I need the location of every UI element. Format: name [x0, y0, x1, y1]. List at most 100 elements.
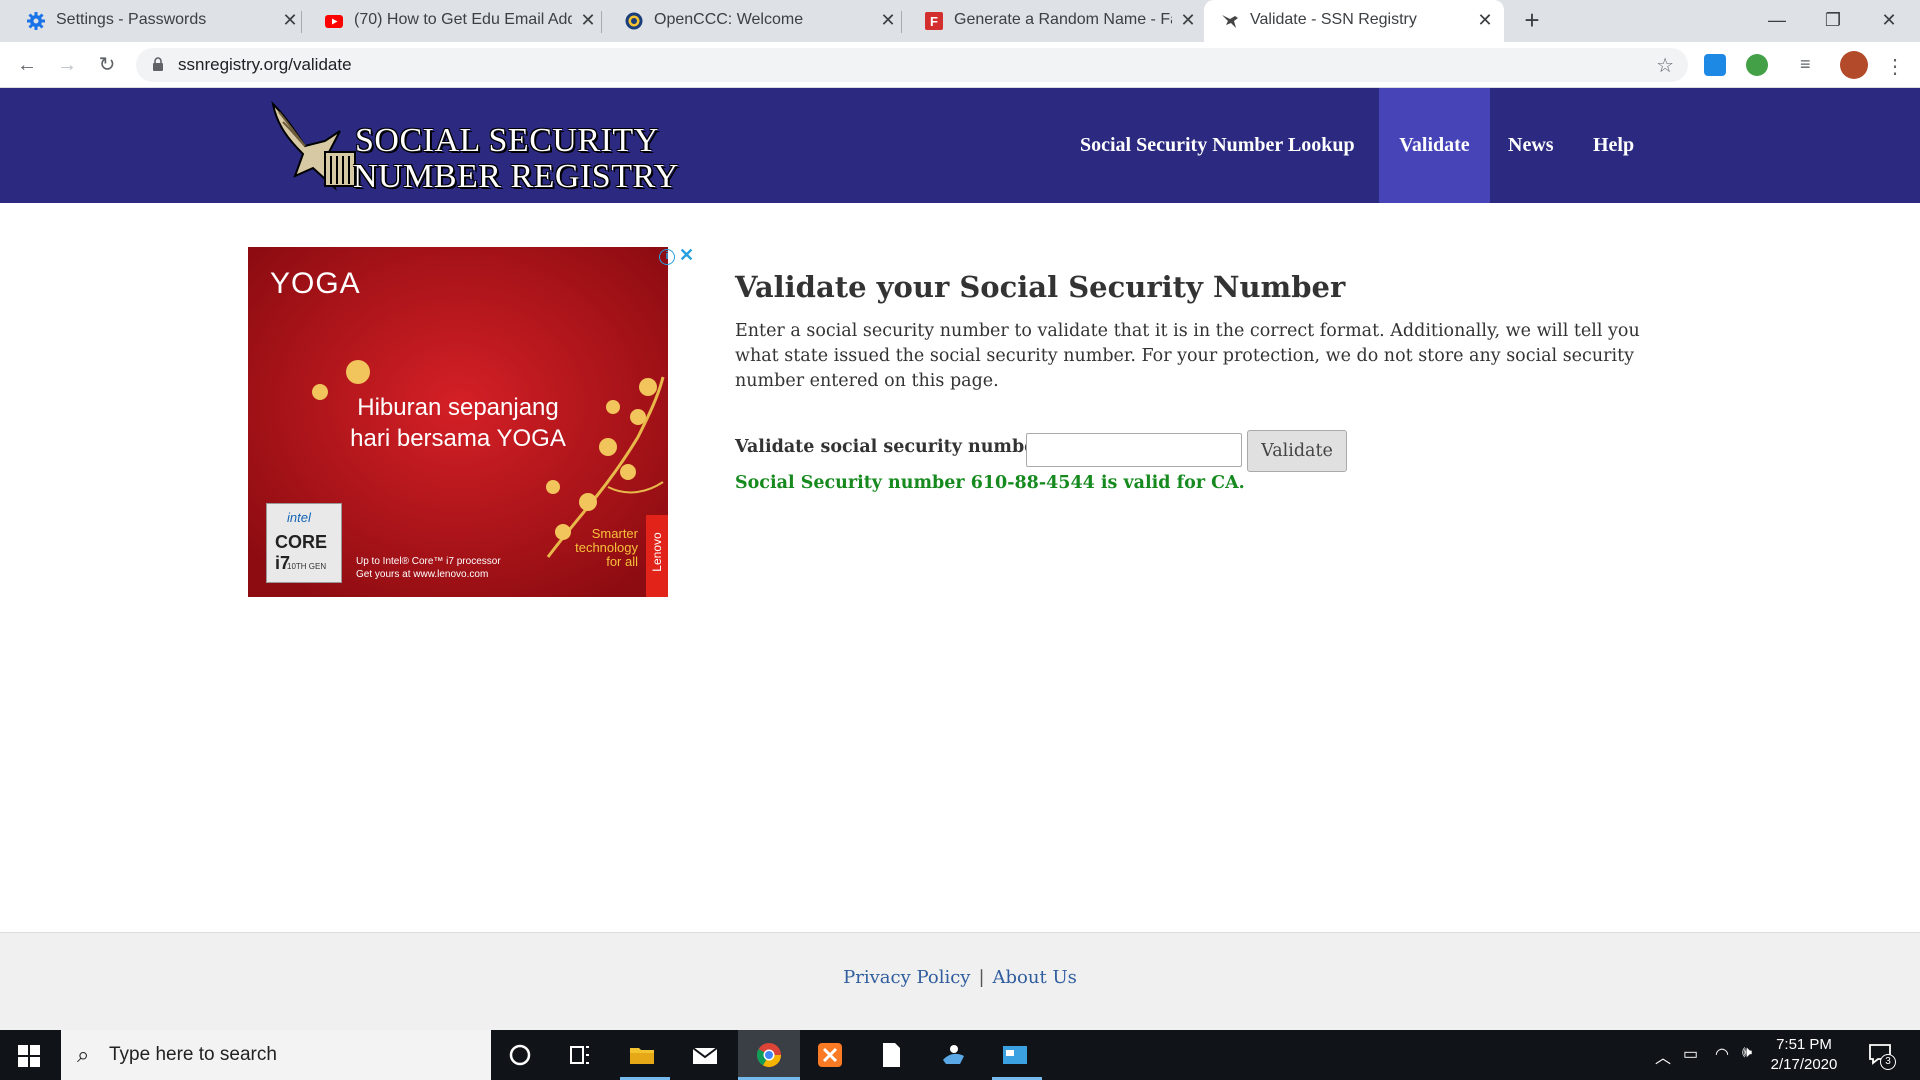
site-header: SOCIAL SECURITY NUMBER REGISTRY Social S…: [0, 88, 1920, 203]
logo-line-1: SOCIAL SECURITY: [355, 122, 659, 159]
back-button[interactable]: ←: [14, 52, 40, 78]
minimize-button[interactable]: —: [1762, 6, 1792, 34]
forward-button[interactable]: →: [54, 52, 80, 78]
validate-button[interactable]: Validate: [1247, 430, 1347, 472]
eagle-logo-icon: [271, 101, 356, 191]
tab-openccc[interactable]: OpenCCC: Welcome ✕: [602, 0, 900, 42]
about-us-link[interactable]: About Us: [993, 967, 1077, 988]
tab-youtube[interactable]: (70) How to Get Edu Email Addre ✕: [302, 0, 600, 42]
site-logo[interactable]: SOCIAL SECURITY NUMBER REGISTRY: [265, 96, 685, 196]
extension-globe-icon[interactable]: [1746, 54, 1768, 76]
logo-line-2: NUMBER REGISTRY: [353, 158, 679, 195]
mail-icon[interactable]: [690, 1040, 720, 1070]
tab-title: Generate a Random Name - Fake: [954, 11, 1172, 28]
notification-count: 3: [1880, 1054, 1896, 1070]
adchoices-icon[interactable]: i: [659, 249, 675, 265]
tab-title: OpenCCC: Welcome: [654, 11, 804, 28]
lock-icon: [153, 57, 163, 71]
battery-icon[interactable]: ▭: [1683, 1044, 1698, 1064]
taskbar-search[interactable]: ⌕ Type here to search: [61, 1030, 491, 1080]
close-icon[interactable]: ✕: [877, 9, 899, 31]
system-clock[interactable]: 7:51 PM 2/17/2020: [1764, 1035, 1844, 1075]
ssn-field-label: Validate social security number:: [735, 437, 1051, 457]
search-placeholder: Type here to search: [109, 1044, 277, 1065]
tab-fake-name[interactable]: F Generate a Random Name - Fake ✕: [902, 0, 1200, 42]
gear-icon: [27, 12, 45, 30]
lenovo-logo: Lenovo: [646, 515, 668, 597]
control-panel-icon[interactable]: [1000, 1040, 1030, 1070]
clock-time: 7:51 PM: [1776, 1036, 1832, 1053]
intel-logo: intel: [287, 510, 311, 525]
validation-result: Social Security number 610-88-4544 is va…: [735, 473, 1245, 493]
ad-slogan-line-2: technology: [575, 540, 638, 555]
ad-slogan-line-3: for all: [606, 554, 638, 569]
browser-toolbar: ← → ↻ ssnregistry.org/validate ☆ ≡ ⋮: [0, 42, 1920, 88]
fakename-icon: F: [925, 12, 943, 30]
ad-slogan-line-1: Smarter: [591, 526, 638, 541]
new-tab-button[interactable]: +: [1519, 7, 1545, 34]
tab-strip: Settings - Passwords ✕ (70) How to Get E…: [0, 0, 1920, 42]
show-hidden-icons-chevron[interactable]: ︿: [1655, 1044, 1671, 1068]
menu-icon[interactable]: ⋮: [1884, 54, 1906, 78]
nav-lookup[interactable]: Social Security Number Lookup: [1080, 88, 1355, 203]
close-window-button[interactable]: ✕: [1874, 6, 1904, 34]
close-icon[interactable]: ✕: [279, 9, 301, 31]
nav-validate[interactable]: Validate: [1379, 88, 1490, 203]
lenovo-text: Lenovo: [650, 532, 664, 572]
generation-label: 10TH GEN: [287, 562, 327, 571]
address-bar[interactable]: ssnregistry.org/validate ☆: [136, 48, 1688, 82]
ad-fine-print: Up to Intel® Core™ i7 processor Get your…: [356, 555, 501, 581]
ad-tagline: Hiburan sepanjang hari bersama YOGA: [328, 392, 588, 454]
windows-taskbar: ⌕ Type here to search ︿ ▭ ◠ 🕪 7:51 PM 2/…: [0, 1030, 1920, 1080]
xampp-icon[interactable]: [815, 1040, 845, 1070]
media-control-icon[interactable]: ≡: [1800, 54, 1822, 76]
reload-button[interactable]: ↻: [94, 52, 120, 78]
avatar[interactable]: [1840, 51, 1868, 79]
privacy-policy-link[interactable]: Privacy Policy: [843, 967, 970, 988]
eagle-icon: [1222, 15, 1238, 28]
tab-title: (70) How to Get Edu Email Addre: [354, 11, 572, 28]
cortana-icon[interactable]: [505, 1040, 535, 1070]
site-footer: Privacy Policy | About Us: [0, 932, 1920, 1030]
close-icon[interactable]: ✕: [577, 9, 599, 31]
openccc-icon: [625, 12, 643, 30]
bookmark-star-icon[interactable]: ☆: [1656, 53, 1674, 78]
tab-title: Validate - SSN Registry: [1250, 11, 1417, 28]
wifi-icon[interactable]: ◠: [1715, 1044, 1729, 1064]
task-view-icon[interactable]: [565, 1040, 595, 1070]
tab-ssn-registry[interactable]: Validate - SSN Registry ✕: [1204, 0, 1504, 42]
restore-button[interactable]: ❐: [1818, 6, 1848, 34]
ad-brand: YOGA: [270, 267, 361, 300]
search-icon: ⌕: [77, 1042, 90, 1067]
page-description: Enter a social security number to valida…: [735, 321, 1640, 391]
ad-close-icon[interactable]: ✕: [679, 245, 694, 266]
file-explorer-icon[interactable]: [627, 1040, 657, 1070]
ad-tagline-line-2: hari bersama YOGA: [350, 425, 566, 452]
page-title: Validate your Social Security Number: [735, 270, 1346, 304]
footer-separator: |: [978, 967, 985, 988]
ad-tagline-line-1: Hiburan sepanjang: [357, 394, 559, 421]
close-icon[interactable]: ✕: [1177, 9, 1199, 31]
advertisement-banner[interactable]: YOGA Hiburan sepanjang hari bersama YOGA…: [248, 247, 668, 597]
nav-news[interactable]: News: [1508, 88, 1554, 203]
close-icon[interactable]: ✕: [1474, 9, 1496, 31]
volume-icon[interactable]: 🕪: [1742, 1044, 1752, 1062]
clock-date: 2/17/2020: [1770, 1056, 1838, 1073]
ad-slogan: Smarter technology for all: [558, 527, 638, 569]
app-icon[interactable]: [938, 1040, 968, 1070]
tab-title: Settings - Passwords: [56, 11, 207, 28]
footer-links: Privacy Policy | About Us: [0, 967, 1920, 988]
extension-icon[interactable]: [1704, 54, 1726, 76]
intel-badge: intel CORE i7 10TH GEN: [266, 503, 342, 583]
document-icon[interactable]: [876, 1040, 906, 1070]
tab-settings-passwords[interactable]: Settings - Passwords ✕: [0, 0, 300, 42]
ad-fine-line-2: Get yours at www.lenovo.com: [356, 569, 489, 580]
chrome-icon[interactable]: [754, 1040, 784, 1070]
windows-start-icon[interactable]: [18, 1045, 40, 1067]
nav-help[interactable]: Help: [1593, 88, 1634, 203]
svg-text:F: F: [930, 14, 938, 29]
notification-center-icon[interactable]: 3: [1868, 1042, 1896, 1070]
youtube-icon: [325, 15, 343, 28]
url-text: ssnregistry.org/validate: [178, 55, 352, 74]
ssn-input[interactable]: [1026, 433, 1242, 467]
